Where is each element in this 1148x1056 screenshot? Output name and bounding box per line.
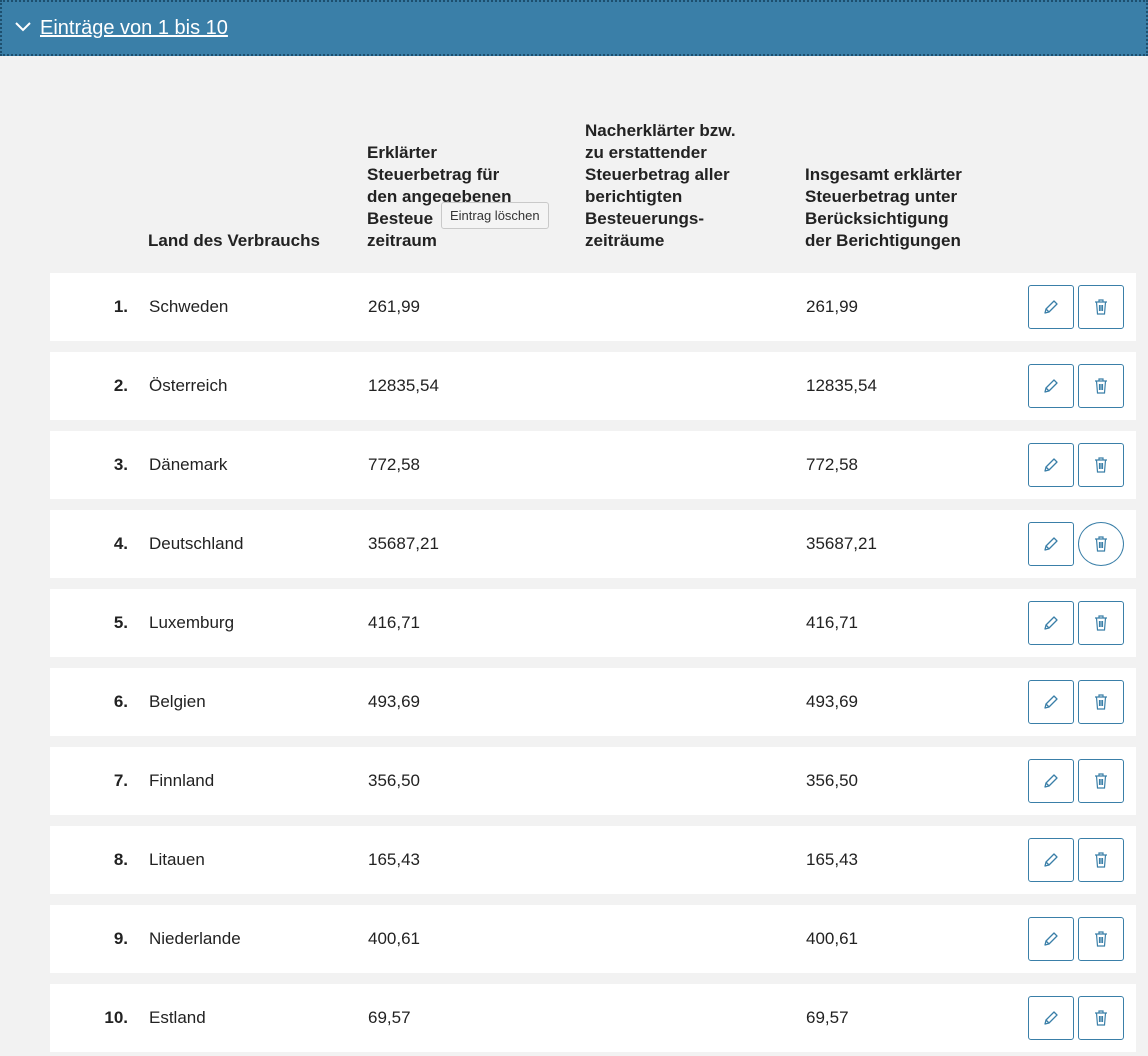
trash-icon [1093, 456, 1109, 474]
pencil-icon [1042, 772, 1060, 790]
pencil-icon [1042, 535, 1060, 553]
cell-land: Finnland [149, 771, 215, 790]
row-number: 3. [113, 455, 128, 474]
table-row: 2. Österreich 12835,54 12835,54 [50, 352, 1136, 420]
cell-declared-tax: 35687,21 [368, 534, 439, 553]
delete-button[interactable] [1078, 759, 1124, 803]
edit-button[interactable] [1028, 285, 1074, 329]
row-number: 10. [104, 1008, 128, 1027]
row-number: 6. [113, 692, 128, 711]
cell-total-tax: 416,71 [806, 613, 858, 632]
cell-land: Belgien [149, 692, 206, 711]
trash-icon [1093, 772, 1109, 790]
cell-total-tax: 12835,54 [806, 376, 877, 395]
edit-button[interactable] [1028, 996, 1074, 1040]
column-header-total-tax: Insgesamt erklärter Steuerbetrag unter B… [805, 165, 962, 250]
delete-button[interactable] [1078, 917, 1124, 961]
edit-button[interactable] [1028, 759, 1074, 803]
delete-tooltip: Eintrag löschen [441, 202, 549, 229]
cell-declared-tax: 772,58 [368, 455, 420, 474]
edit-button[interactable] [1028, 364, 1074, 408]
cell-land: Dänemark [149, 455, 228, 474]
trash-icon [1093, 693, 1109, 711]
cell-total-tax: 493,69 [806, 692, 858, 711]
edit-button[interactable] [1028, 838, 1074, 882]
cell-declared-tax: 165,43 [368, 850, 420, 869]
trash-icon [1093, 1009, 1109, 1027]
table-row: 1. Schweden 261,99 261,99 [50, 273, 1136, 341]
cell-declared-tax: 493,69 [368, 692, 420, 711]
delete-button[interactable] [1078, 364, 1124, 408]
cell-declared-tax: 261,99 [368, 297, 420, 316]
section-toggle-link[interactable]: Einträge von 1 bis 10 [40, 17, 228, 40]
cell-total-tax: 69,57 [806, 1008, 849, 1027]
edit-button[interactable] [1028, 680, 1074, 724]
edit-button[interactable] [1028, 522, 1074, 566]
cell-declared-tax: 69,57 [368, 1008, 411, 1027]
cell-total-tax: 165,43 [806, 850, 858, 869]
cell-declared-tax: 400,61 [368, 929, 420, 948]
column-header-corrected-tax: Nacherklärter bzw. zu erstattender Steue… [585, 121, 736, 250]
trash-icon [1093, 535, 1109, 553]
cell-declared-tax: 12835,54 [368, 376, 439, 395]
cell-total-tax: 35687,21 [806, 534, 877, 553]
pencil-icon [1042, 693, 1060, 711]
cell-total-tax: 356,50 [806, 771, 858, 790]
trash-icon [1093, 377, 1109, 395]
pencil-icon [1042, 298, 1060, 316]
cell-declared-tax: 416,71 [368, 613, 420, 632]
delete-button[interactable] [1078, 443, 1124, 487]
edit-button[interactable] [1028, 601, 1074, 645]
row-number: 9. [113, 929, 128, 948]
pencil-icon [1042, 1009, 1060, 1027]
column-header-declared-tax: Erklärter Steuerbetrag für den angegeben… [367, 143, 512, 250]
row-number: 2. [113, 376, 128, 395]
pencil-icon [1042, 614, 1060, 632]
delete-button[interactable] [1078, 601, 1124, 645]
pencil-icon [1042, 377, 1060, 395]
delete-button[interactable] [1078, 522, 1124, 566]
table-row: 8. Litauen 165,43 165,43 [50, 826, 1136, 894]
edit-button[interactable] [1028, 917, 1074, 961]
table-row: 6. Belgien 493,69 493,69 [50, 668, 1136, 736]
table-row: 10. Estland 69,57 69,57 [50, 984, 1136, 1052]
cell-land: Niederlande [149, 929, 241, 948]
edit-button[interactable] [1028, 443, 1074, 487]
row-number: 5. [113, 613, 128, 632]
chevron-down-icon[interactable] [14, 17, 32, 35]
cell-land: Schweden [149, 297, 229, 316]
cell-land: Luxemburg [149, 613, 235, 632]
delete-button[interactable] [1078, 838, 1124, 882]
trash-icon [1093, 298, 1109, 316]
cell-land: Litauen [149, 850, 205, 869]
row-number: 1. [113, 297, 128, 316]
cell-total-tax: 261,99 [806, 297, 858, 316]
cell-land: Deutschland [149, 534, 244, 553]
row-number: 4. [113, 534, 128, 553]
cell-total-tax: 772,58 [806, 455, 858, 474]
row-number: 7. [113, 771, 128, 790]
table-header: Land des Verbrauchs Erklärter Steuerbetr… [50, 60, 1136, 270]
column-header-land: Land des Verbrauchs [148, 231, 320, 250]
pencil-icon [1042, 930, 1060, 948]
cell-declared-tax: 356,50 [368, 771, 420, 790]
table-row: 3. Dänemark 772,58 772,58 [50, 431, 1136, 499]
delete-button[interactable] [1078, 996, 1124, 1040]
cell-land: Estland [149, 1008, 206, 1027]
delete-button[interactable] [1078, 680, 1124, 724]
delete-button[interactable] [1078, 285, 1124, 329]
table-row: 9. Niederlande 400,61 400,61 [50, 905, 1136, 973]
table-row: 4. Deutschland 35687,21 35687,21 [50, 510, 1136, 578]
trash-icon [1093, 851, 1109, 869]
section-header: Einträge von 1 bis 10 [0, 0, 1148, 56]
cell-land: Österreich [149, 376, 228, 395]
pencil-icon [1042, 456, 1060, 474]
cell-total-tax: 400,61 [806, 929, 858, 948]
row-number: 8. [113, 850, 128, 869]
trash-icon [1093, 930, 1109, 948]
table-row: 5. Luxemburg 416,71 416,71 [50, 589, 1136, 657]
pencil-icon [1042, 851, 1060, 869]
trash-icon [1093, 614, 1109, 632]
table-row: 7. Finnland 356,50 356,50 [50, 747, 1136, 815]
